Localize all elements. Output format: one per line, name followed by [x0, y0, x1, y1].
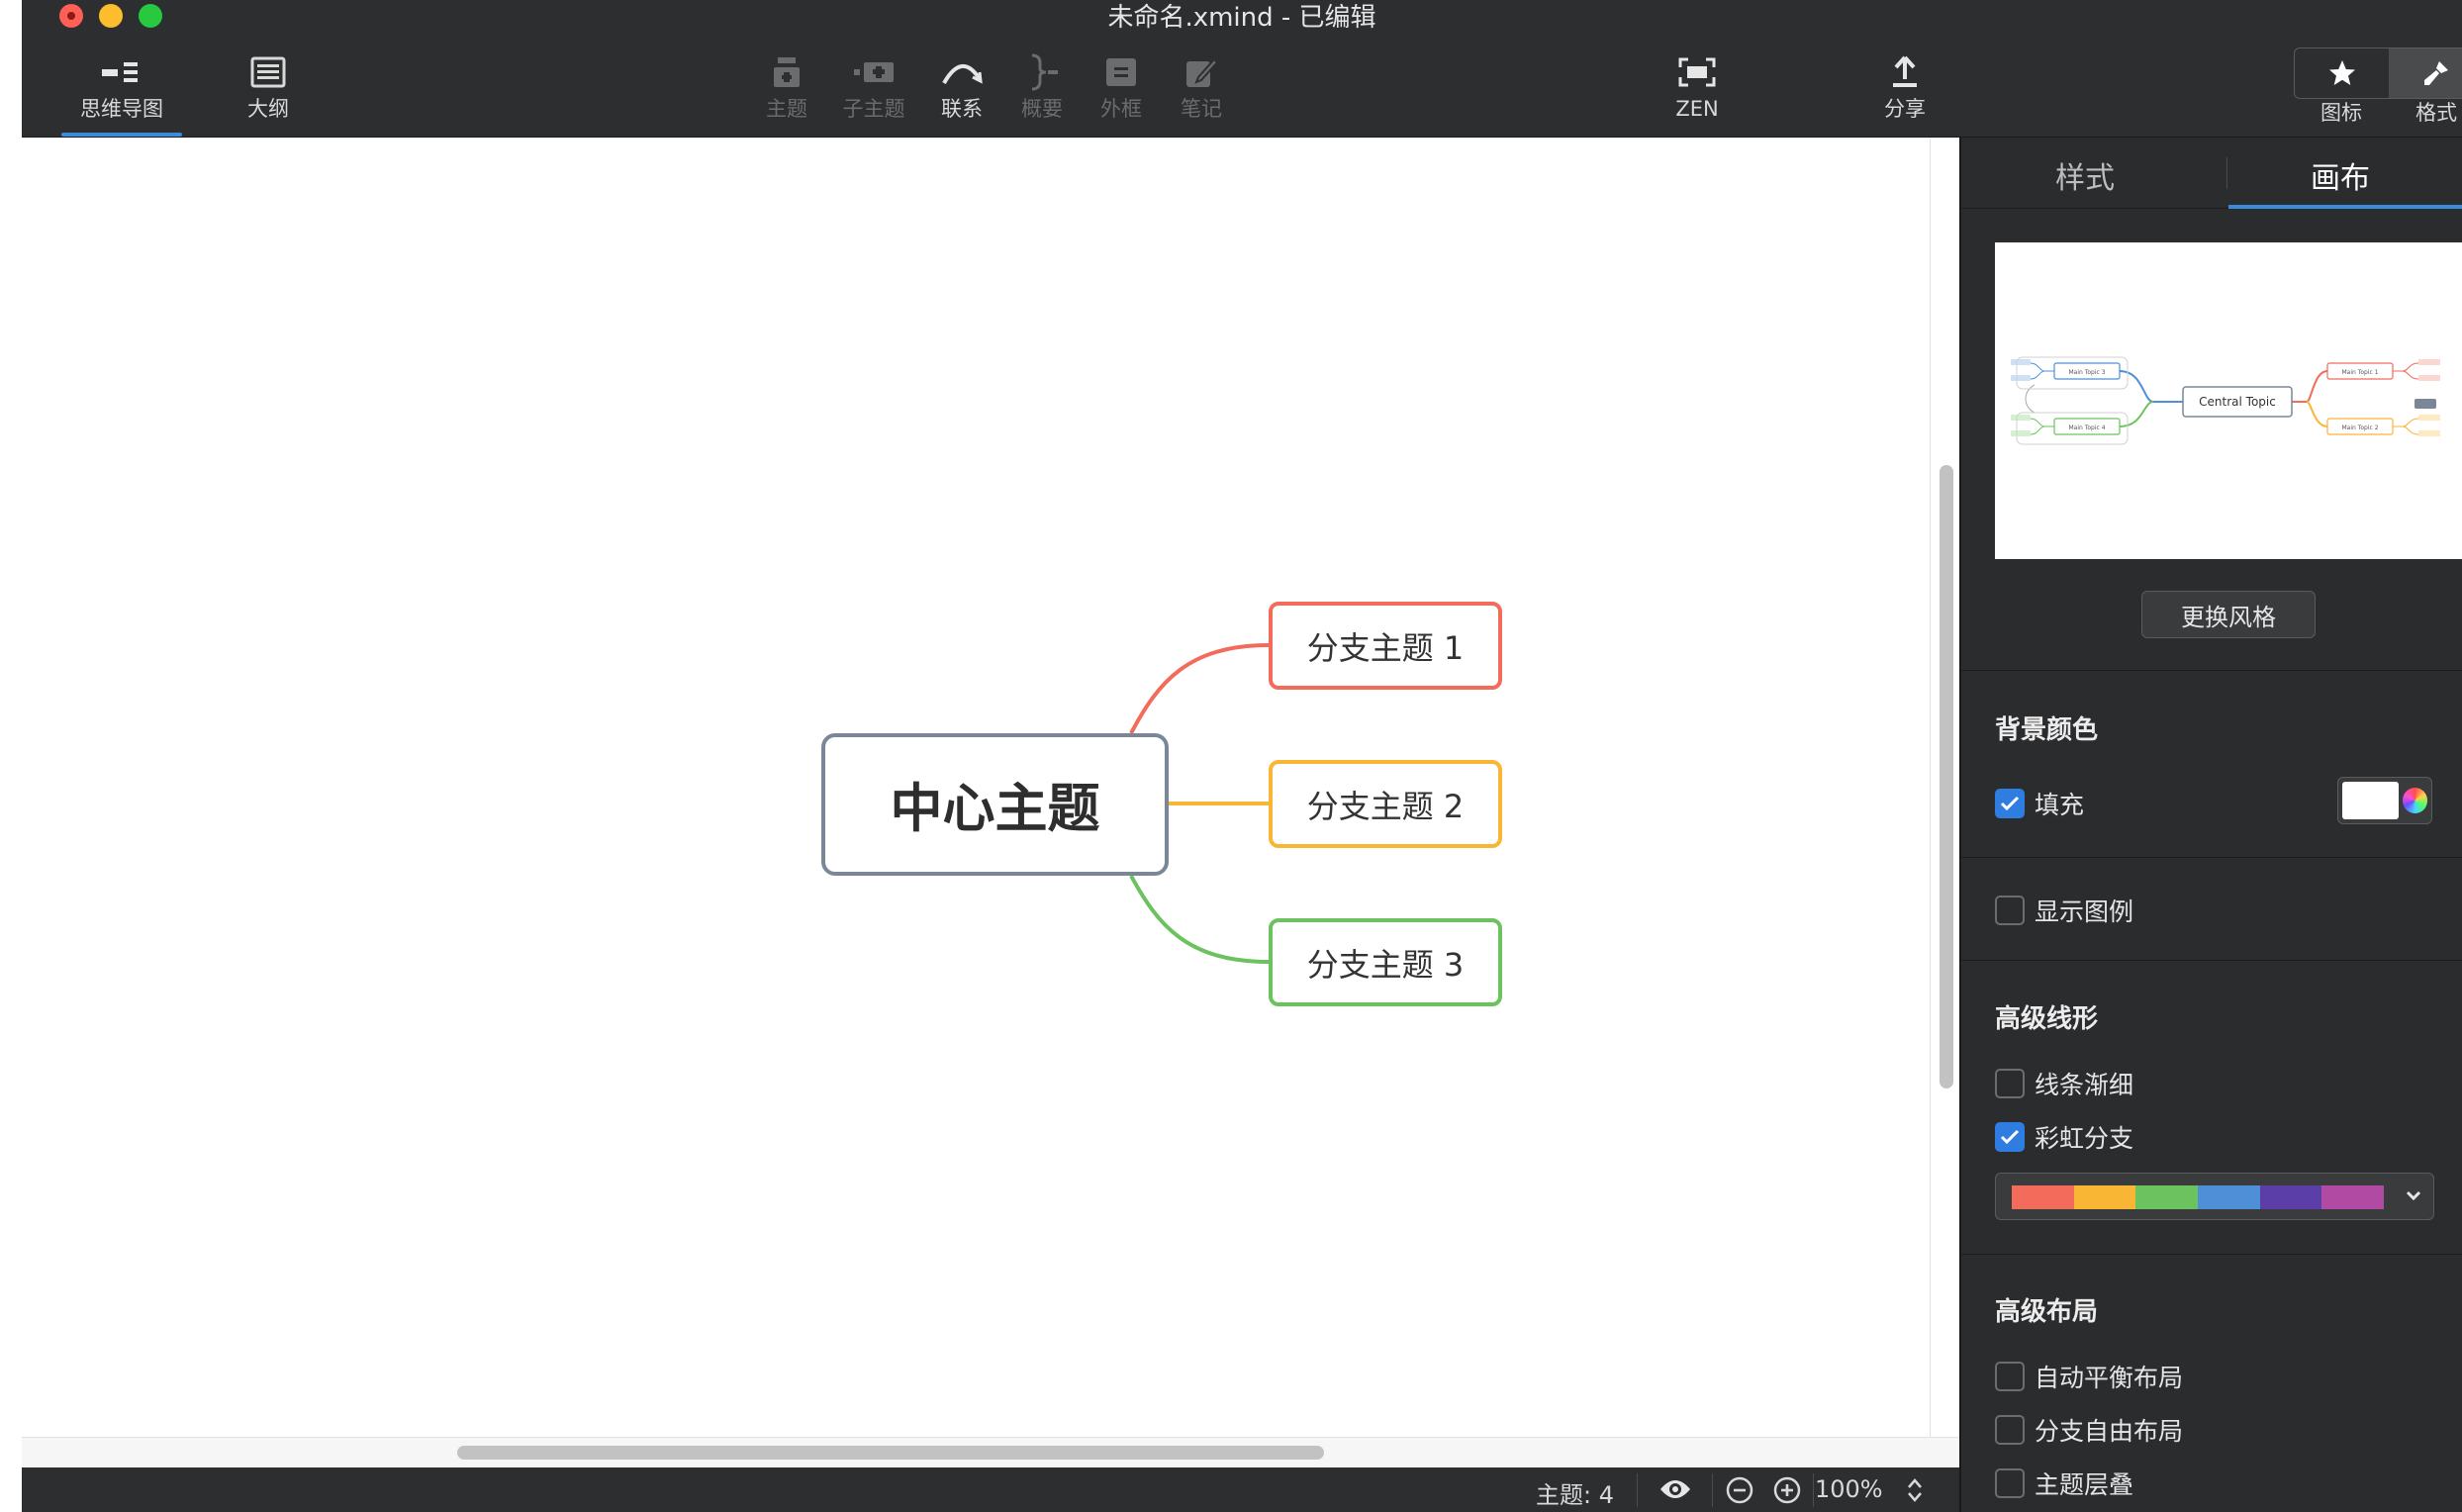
tab-canvas[interactable]: 画布 [2217, 153, 2462, 197]
active-tab-indicator [2228, 205, 2462, 209]
eye-icon[interactable] [1658, 1477, 1692, 1501]
section-divider [1961, 670, 2462, 671]
rainbow-checkbox[interactable] [1995, 1122, 2025, 1152]
fill-checkbox[interactable] [1995, 789, 2025, 818]
preview-main-topic-3: Main Topic 3 [2068, 369, 2105, 376]
status-divider [1712, 1473, 1713, 1507]
auto-balance-option[interactable]: 自动平衡布局 [1995, 1359, 2183, 1394]
fill-option[interactable]: 填充 [1995, 786, 2084, 821]
panel-toggle-group [2294, 47, 2462, 99]
advanced-layout-section-title: 高级布局 [1995, 1291, 2098, 1328]
zoom-stepper-icon[interactable] [1906, 1477, 1924, 1503]
vertical-scroll-thumb[interactable] [1940, 465, 1953, 1088]
connector-branch-3 [1131, 876, 1269, 962]
preview-main-topic-1: Main Topic 1 [2341, 369, 2378, 376]
format-panel-toggle[interactable] [2389, 48, 2462, 98]
branch-topic-2[interactable]: 分支主题 2 [1269, 760, 1502, 848]
zoom-out-icon[interactable] [1726, 1476, 1753, 1504]
color-wheel-icon [2403, 788, 2427, 813]
legend-checkbox[interactable] [1995, 896, 2025, 925]
topic-overlap-label: 主题层叠 [2035, 1465, 2133, 1501]
legend-label: 显示图例 [2035, 893, 2133, 928]
background-color-picker[interactable] [2337, 777, 2432, 824]
preview-central-topic: Central Topic [2199, 395, 2276, 409]
rainbow-swatch-3 [2135, 1185, 2198, 1209]
zoom-level[interactable]: 100% [1815, 1475, 1883, 1503]
central-topic[interactable]: 中心主题 [821, 733, 1169, 876]
rainbow-swatch-1 [2012, 1185, 2074, 1209]
free-branch-label: 分支自由布局 [2035, 1412, 2183, 1448]
change-style-button[interactable]: 更换风格 [2141, 591, 2316, 638]
preview-main-topic-4: Main Topic 4 [2068, 425, 2105, 431]
free-branch-checkbox[interactable] [1995, 1415, 2025, 1445]
panel-tabs: 样式 画布 [1961, 138, 2462, 209]
background-color-swatch [2342, 782, 2399, 819]
section-divider [1961, 960, 2462, 961]
background-section-title: 背景颜色 [1995, 709, 2098, 746]
icon-panel-toggle[interactable] [2295, 48, 2389, 98]
status-divider [1637, 1473, 1638, 1507]
chevron-down-icon [2402, 1183, 2425, 1207]
status-bar: 主题: 4 100% [22, 1467, 1959, 1512]
topic-count: 主题: 4 [1536, 1475, 1614, 1510]
taper-label: 线条渐细 [2035, 1066, 2133, 1101]
branch-topic-1[interactable]: 分支主题 1 [1269, 602, 1502, 690]
rainbow-option[interactable]: 彩虹分支 [1995, 1119, 2133, 1155]
checkmark-icon [2000, 796, 2020, 811]
rainbow-color-select[interactable] [1995, 1173, 2434, 1220]
topic-overlap-checkbox[interactable] [1995, 1468, 2025, 1498]
rainbow-label: 彩虹分支 [2035, 1119, 2133, 1155]
free-branch-option[interactable]: 分支自由布局 [1995, 1412, 2183, 1448]
topic-overlap-option[interactable]: 主题层叠 [1995, 1465, 2133, 1501]
legend-option[interactable]: 显示图例 [1995, 893, 2133, 928]
branch-topic-3[interactable]: 分支主题 3 [1269, 918, 1502, 1006]
rainbow-swatch-4 [2198, 1185, 2260, 1209]
checkmark-icon [2000, 1129, 2020, 1145]
auto-balance-checkbox[interactable] [1995, 1362, 2025, 1391]
fill-label: 填充 [2035, 786, 2084, 821]
icon-panel-label: 图标 [2294, 97, 2389, 127]
zoom-in-icon[interactable] [1773, 1476, 1801, 1504]
auto-balance-label: 自动平衡布局 [2035, 1359, 2183, 1394]
theme-preview[interactable]: Central Topic Main Topic 1 Main Topic 2 … [1995, 242, 2462, 559]
connector-branch-1 [1131, 645, 1269, 733]
rainbow-swatch-2 [2074, 1185, 2136, 1209]
section-divider [1961, 857, 2462, 858]
theme-preview-graphic: Central Topic Main Topic 1 Main Topic 2 … [1995, 242, 2462, 559]
star-icon [2327, 58, 2357, 88]
rainbow-swatch-5 [2260, 1185, 2322, 1209]
panel-toggle-labels: 图标 格式 [2294, 97, 2462, 127]
format-panel: 样式 画布 Central Topic Main Topic 1 Main To… [1959, 138, 2462, 1512]
horizontal-scroll-thumb[interactable] [457, 1446, 1324, 1460]
status-divider [1813, 1473, 1814, 1507]
tab-style[interactable]: 样式 [1961, 153, 2209, 197]
rainbow-color-bar [2012, 1185, 2384, 1209]
section-divider [1961, 1254, 2462, 1255]
brush-icon [2421, 58, 2451, 88]
format-panel-label: 格式 [2389, 97, 2462, 127]
taper-option[interactable]: 线条渐细 [1995, 1066, 2133, 1101]
preview-main-topic-2: Main Topic 2 [2341, 425, 2378, 431]
rainbow-swatch-6 [2321, 1185, 2384, 1209]
advanced-line-section-title: 高级线形 [1995, 998, 2098, 1035]
taper-checkbox[interactable] [1995, 1069, 2025, 1098]
